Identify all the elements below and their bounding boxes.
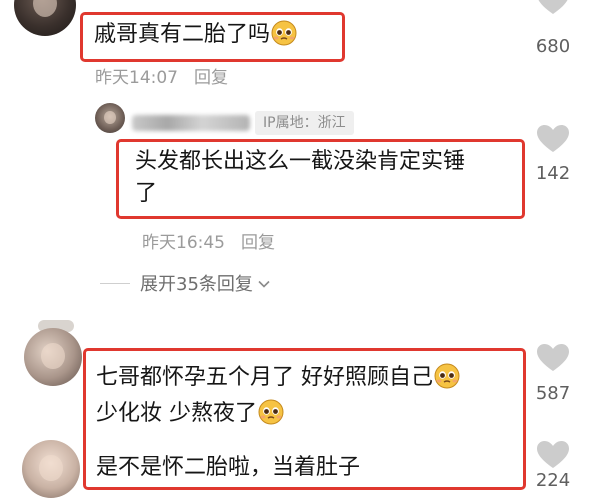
comment-line: 少化妆 少熬夜了 xyxy=(96,398,461,430)
masked-username xyxy=(132,115,250,131)
reply-button[interactable]: 回复 xyxy=(194,68,228,88)
comment-text: 戚哥真有二胎了吗 xyxy=(94,19,298,51)
reply-button[interactable]: 回复 xyxy=(241,233,275,253)
like-heart-icon[interactable] xyxy=(536,343,570,373)
comment-content: 少化妆 少熬夜了 xyxy=(96,401,257,426)
like-count: 680 xyxy=(535,36,571,57)
ip-location: 浙江 xyxy=(317,115,346,131)
expand-replies-button[interactable]: 展开35条回复 xyxy=(140,270,271,296)
commenter-avatar[interactable] xyxy=(14,0,76,36)
expand-divider xyxy=(100,283,130,284)
comment-content: 是不是怀二胎啦，当着肚子 xyxy=(96,455,361,480)
comment-text: 七哥都怀孕五个月了 好好照顾自己 少化妆 少熬夜了 xyxy=(96,362,461,430)
comment-time: 昨天16:45 xyxy=(142,233,225,253)
like-count: 224 xyxy=(535,470,571,491)
expand-replies-label: 展开35条回复 xyxy=(140,274,253,295)
pleading-face-emoji-icon xyxy=(257,398,285,426)
ip-label: IP属地： xyxy=(263,115,318,131)
commenter-avatar[interactable] xyxy=(95,103,125,133)
like-count: 142 xyxy=(535,163,571,184)
comment-time: 昨天14:07 xyxy=(95,68,178,88)
like-heart-icon[interactable] xyxy=(536,440,570,470)
comment-meta: 昨天16:45 回复 xyxy=(142,228,275,253)
comment-meta: 昨天14:07 回复 xyxy=(95,63,228,88)
like-count: 587 xyxy=(535,383,571,404)
commenter-avatar[interactable] xyxy=(24,328,82,386)
comment-line: 了 xyxy=(135,181,158,206)
like-heart-icon[interactable] xyxy=(536,0,570,16)
comment-content: 七哥都怀孕五个月了 好好照顾自己 xyxy=(96,365,433,390)
pleading-face-emoji-icon xyxy=(270,19,298,47)
comment-content: 戚哥真有二胎了吗 xyxy=(94,22,271,47)
ip-location-badge: IP属地：浙江 xyxy=(255,111,354,135)
comment-line: 七哥都怀孕五个月了 好好照顾自己 xyxy=(96,362,461,394)
commenter-avatar[interactable] xyxy=(22,440,80,498)
comment-text: 是不是怀二胎啦，当着肚子 xyxy=(96,452,360,484)
comment-text: 头发都长出这么一截没染肯定实锤 了 xyxy=(135,146,465,210)
like-heart-icon[interactable] xyxy=(536,124,570,154)
chevron-down-icon xyxy=(257,275,271,289)
comment-line: 头发都长出这么一截没染肯定实锤 xyxy=(135,149,466,174)
pleading-face-emoji-icon xyxy=(433,362,461,390)
